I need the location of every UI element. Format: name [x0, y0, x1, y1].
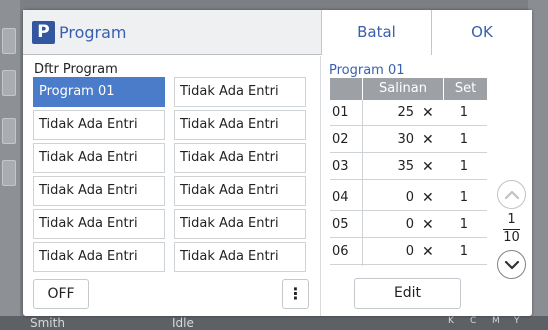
page-current: 1: [507, 212, 516, 227]
row-number: 02: [332, 132, 349, 147]
program-list-item[interactable]: Tidak Ada Entri: [33, 110, 165, 140]
status-user-name: Smith: [30, 316, 65, 330]
edit-button[interactable]: Edit: [354, 278, 461, 309]
program-list-item[interactable]: Tidak Ada Entri: [174, 209, 306, 239]
program-list-item[interactable]: Tidak Ada Entri: [174, 77, 306, 107]
chevron-up-icon: [504, 190, 520, 200]
dialog-title: Program: [59, 23, 127, 42]
multiply-icon: ✕: [422, 244, 434, 260]
program-list-item[interactable]: Tidak Ada Entri: [174, 176, 306, 206]
ok-button[interactable]: OK: [431, 10, 532, 55]
vertical-ellipsis-icon[interactable]: ⋮: [282, 279, 309, 309]
row-set: 1: [459, 159, 468, 174]
detail-title: Program 01: [329, 63, 405, 78]
program-list-item[interactable]: Tidak Ada Entri: [33, 242, 165, 272]
status-y: Y: [514, 316, 520, 326]
status-c: C: [470, 316, 477, 326]
row-salinan: 0: [405, 244, 414, 259]
table-row: 05 0 ✕ 1: [330, 212, 487, 238]
program-list-item[interactable]: Tidak Ada Entri: [174, 242, 306, 272]
table-row: 01 25 ✕ 1: [330, 100, 487, 126]
table-row: 04 0 ✕ 1: [330, 185, 487, 211]
program-dialog: P Program Batal OK Dftr Program Program …: [23, 10, 532, 316]
row-number: 03: [332, 159, 349, 174]
row-salinan: 35: [397, 159, 414, 174]
table-header-set: Set: [444, 78, 487, 100]
background-tab: [2, 28, 16, 54]
program-list-item[interactable]: Tidak Ada Entri: [33, 143, 165, 173]
row-number: 05: [332, 217, 349, 232]
page-total: 10: [503, 230, 520, 245]
multiply-icon: ✕: [422, 159, 434, 175]
row-salinan: 30: [397, 132, 414, 147]
program-list-item[interactable]: Tidak Ada Entri: [174, 110, 306, 140]
multiply-icon: ✕: [422, 105, 434, 121]
cancel-button[interactable]: Batal: [321, 10, 431, 55]
background-tab: [2, 70, 16, 96]
table-row: 02 30 ✕ 1: [330, 127, 487, 153]
program-list-item[interactable]: Program 01: [33, 77, 165, 107]
table-column-separator: [362, 100, 363, 266]
multiply-icon: ✕: [422, 217, 434, 233]
program-icon: P: [32, 21, 55, 44]
dialog-header: P Program Batal OK: [23, 10, 532, 55]
row-number: 06: [332, 244, 349, 259]
program-list-label: Dftr Program: [34, 62, 118, 77]
scroll-down-button[interactable]: [497, 250, 526, 279]
table-header-salinan: Salinan: [363, 78, 443, 100]
status-state: Idle: [172, 316, 194, 330]
status-m: M: [492, 316, 500, 326]
status-k: K: [448, 316, 454, 326]
background-sidebar: [0, 0, 20, 330]
background-tab: [2, 118, 16, 144]
row-number: 01: [332, 105, 349, 120]
scroll-up-button[interactable]: [497, 180, 526, 209]
background-status-bar: Smith Idle K C M Y: [0, 316, 548, 330]
table-row: 06 0 ✕ 1: [330, 239, 487, 265]
program-list-item[interactable]: Tidak Ada Entri: [33, 209, 165, 239]
panel-divider: [320, 56, 321, 316]
row-set: 1: [459, 132, 468, 147]
table-row: 03 35 ✕ 1: [330, 154, 487, 180]
row-set: 1: [459, 105, 468, 120]
program-list-item[interactable]: Tidak Ada Entri: [33, 176, 165, 206]
background-tab: [2, 160, 16, 186]
row-set: 1: [459, 244, 468, 259]
row-salinan: 0: [405, 190, 414, 205]
row-set: 1: [459, 217, 468, 232]
chevron-down-icon: [504, 260, 520, 270]
multiply-icon: ✕: [422, 190, 434, 206]
row-salinan: 25: [397, 105, 414, 120]
program-list-item[interactable]: Tidak Ada Entri: [174, 143, 306, 173]
off-button[interactable]: OFF: [33, 279, 89, 309]
row-number: 04: [332, 190, 349, 205]
row-set: 1: [459, 190, 468, 205]
table-header-number: [330, 78, 362, 100]
row-salinan: 0: [405, 217, 414, 232]
multiply-icon: ✕: [422, 132, 434, 148]
